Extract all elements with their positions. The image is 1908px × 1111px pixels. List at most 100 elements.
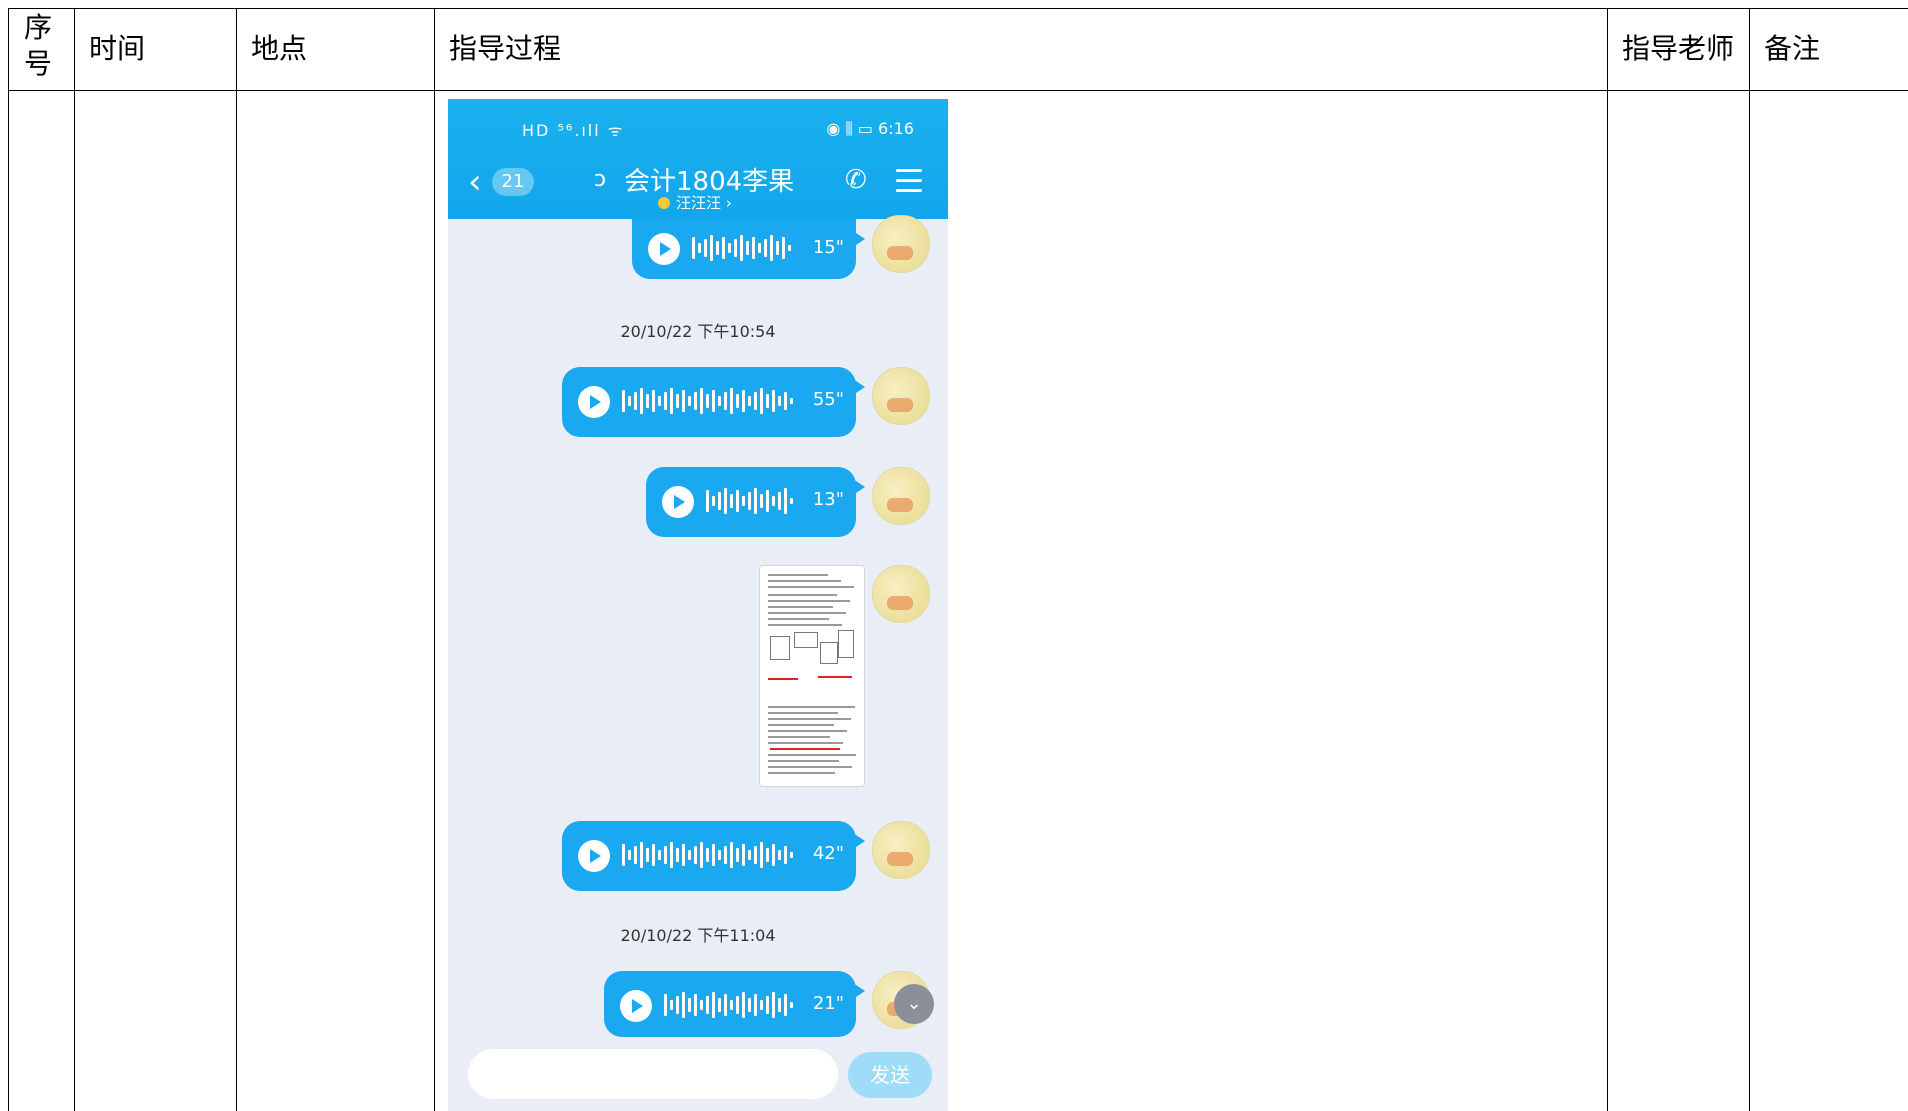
doc-red-mark [770,748,840,750]
play-icon[interactable] [578,840,610,872]
waveform-bar [640,842,643,868]
chevron-down-icon[interactable]: ⌄ [894,984,934,1024]
emoji-icon [658,197,670,209]
image-message[interactable] [759,565,865,787]
waveform-bar [760,388,763,414]
doc-text-line [768,586,854,588]
waveform-bar [748,492,751,510]
voice-message[interactable]: 55" [562,367,865,437]
doc-text-line [768,766,852,768]
waveform-bar [760,494,763,508]
waveform-bar [700,842,703,868]
waveform-bar [634,392,637,410]
waveform [706,488,796,516]
waveform-bar [698,243,701,253]
waveform-bar [646,394,649,408]
waveform-bar [670,388,673,414]
waveform-bar [790,852,793,858]
doc-text-line [768,594,837,596]
header-time: 时间 [89,32,146,65]
waveform-bar [742,844,745,866]
waveform-bar [742,992,745,1018]
header-process: 指导过程 [449,32,562,65]
waveform-bar [784,994,787,1016]
waveform-bar [778,850,781,860]
play-icon[interactable] [620,990,652,1022]
chevron-left-icon[interactable]: ‹ [468,165,482,199]
doc-text-line [768,760,839,762]
waveform-bar [772,992,775,1018]
waveform-bar [634,846,637,864]
waveform-bar [682,390,685,412]
play-icon[interactable] [648,233,680,265]
waveform-bar [670,842,673,868]
timestamp: 20/10/22 下午10:54 [620,322,776,341]
chat-screenshot: HD ⁵⁶.ıll ᯤ ◉ ⫼ ▭ 6:16 ‹ 21 ↄ 会计1804李果 汪… [448,99,948,1111]
menu-icon[interactable] [896,169,922,193]
waveform-bar [628,850,631,860]
avatar[interactable] [872,565,930,623]
avatar[interactable] [872,467,930,525]
chat-subtitle[interactable]: 汪汪汪 › [658,192,732,213]
doc-text-line [768,600,850,602]
chat-header: HD ⁵⁶.ıll ᯤ ◉ ⫼ ▭ 6:16 ‹ 21 ↄ 会计1804李果 汪… [448,99,948,219]
waveform-bar [700,1000,703,1010]
ear-icon: ↄ [594,167,607,192]
waveform-bar [664,846,667,864]
play-icon[interactable] [578,386,610,418]
avatar[interactable] [872,367,930,425]
waveform-bar [784,846,787,864]
voice-duration: 55" [812,389,844,410]
col-border [434,8,435,1111]
status-bar-left: HD ⁵⁶.ıll ᯤ [522,121,625,140]
waveform-bar [742,496,745,506]
waveform-bar [652,390,655,412]
waveform-bar [682,992,685,1018]
voice-message[interactable]: 13" [646,467,865,537]
waveform-bar [692,237,695,259]
waveform-bar [724,846,727,864]
waveform-bar [782,237,785,259]
play-icon[interactable] [662,486,694,518]
waveform-bar [724,392,727,410]
timestamp: 20/10/22 下午11:04 [620,926,776,945]
send-button[interactable]: 发送 [848,1052,932,1098]
waveform-bar [778,396,781,406]
waveform-bar [730,494,733,508]
waveform-bar [736,996,739,1014]
waveform-bar [700,388,703,414]
waveform-bar [754,392,757,410]
waveform-bar [788,245,791,251]
waveform-bar [778,492,781,510]
waveform [692,235,794,263]
waveform-bar [718,396,721,406]
waveform-bar [778,998,781,1012]
waveform-bar [758,243,761,253]
avatar[interactable] [872,821,930,879]
waveform-bar [664,392,667,410]
waveform-bar [748,998,751,1012]
col-border [8,8,9,1111]
avatar[interactable] [872,215,930,273]
voice-message[interactable]: 15" [632,219,865,279]
voice-message[interactable]: 42" [562,821,865,891]
waveform-bar [694,392,697,410]
doc-diagram-box [770,636,790,660]
waveform-bar [706,996,709,1014]
waveform-bar [658,850,661,860]
doc-diagram-box [794,632,818,648]
waveform-bar [676,996,679,1014]
header-index-line2: 号 [24,47,53,80]
message-input[interactable] [468,1049,838,1099]
waveform-bar [784,392,787,410]
voice-duration: 15" [812,237,844,258]
waveform-bar [682,844,685,866]
header-index-line1: 序 [24,11,53,44]
voice-message[interactable]: 21" [604,971,865,1037]
waveform-bar [766,394,769,408]
waveform-bar [718,998,721,1012]
unread-badge[interactable]: 21 [492,168,534,196]
waveform-bar [694,846,697,864]
waveform-bar [706,394,709,408]
phone-icon[interactable]: ✆ [845,165,867,195]
